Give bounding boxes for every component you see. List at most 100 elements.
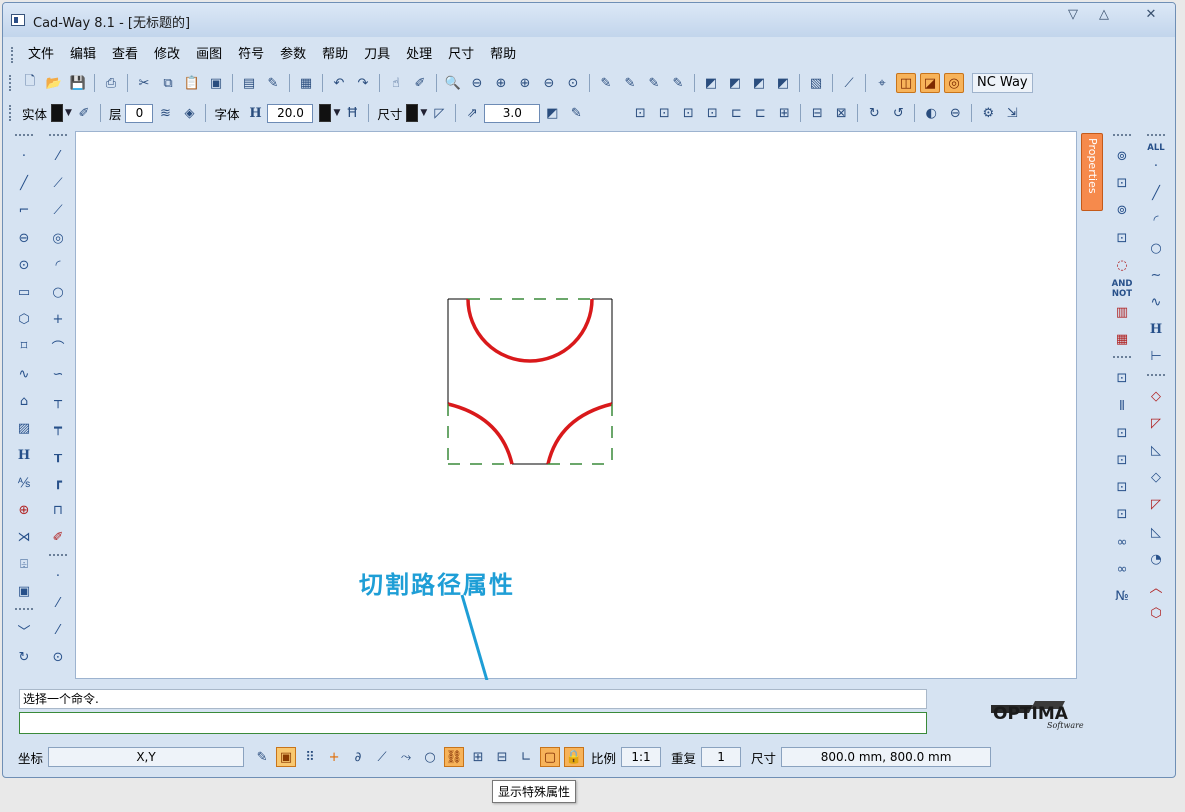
- snap-icon[interactable]: ⌖: [872, 73, 892, 93]
- corner-icon[interactable]: ┏: [47, 472, 69, 494]
- arc-select-icon[interactable]: ◜: [1145, 210, 1167, 232]
- circle-radius-icon[interactable]: ◎: [47, 227, 69, 249]
- view-tool-2-icon[interactable]: ⊡: [654, 103, 674, 123]
- cut-arc-bottom-left[interactable]: [447, 402, 514, 465]
- toolbar-grip[interactable]: [1147, 373, 1165, 380]
- pen-tool-4-icon[interactable]: ✎: [668, 73, 688, 93]
- text-height-icon[interactable]: H: [245, 103, 265, 123]
- and-select[interactable]: AND: [1112, 279, 1133, 289]
- point-icon[interactable]: ·: [13, 146, 35, 168]
- menu-file[interactable]: 文件: [20, 43, 62, 67]
- select-loop-icon[interactable]: ◌: [1111, 254, 1133, 276]
- toolbar-grip[interactable]: [15, 134, 33, 140]
- pencil-icon[interactable]: ✐: [410, 73, 430, 93]
- axis-icon[interactable]: ∟: [516, 747, 536, 767]
- chevron-up-icon[interactable]: ︿: [1145, 575, 1167, 597]
- color-select-icon[interactable]: ▥: [1111, 302, 1133, 324]
- select-group-icon[interactable]: ⊚: [1111, 146, 1133, 168]
- select-all[interactable]: ALL: [1147, 143, 1164, 153]
- settings-icon[interactable]: ⚙: [978, 103, 998, 123]
- pen-tool-1-icon[interactable]: ✎: [596, 73, 616, 93]
- tee-angle-icon[interactable]: ┯: [47, 417, 69, 439]
- print-icon[interactable]: ⎙: [101, 73, 121, 93]
- view-tool-7-icon[interactable]: ⊞: [774, 103, 794, 123]
- circle-icon[interactable]: ○: [47, 282, 69, 304]
- slash-icon[interactable]: ⁄: [47, 593, 69, 615]
- nc-tool-2-icon[interactable]: ◪: [920, 73, 940, 93]
- minimize-button[interactable]: ▽: [1060, 6, 1086, 24]
- rotate-ccw-icon[interactable]: ↺: [888, 103, 908, 123]
- layer-field[interactable]: 0: [125, 103, 154, 123]
- view-tool-6-icon[interactable]: ⊏: [750, 103, 770, 123]
- redo-icon[interactable]: ↷: [353, 73, 373, 93]
- toolbar-grip[interactable]: [9, 105, 12, 121]
- zoom-extents-icon[interactable]: ⊙: [563, 73, 583, 93]
- maximize-button[interactable]: △: [1091, 6, 1117, 24]
- number-icon[interactable]: №: [1111, 585, 1133, 607]
- menu-process[interactable]: 处理: [398, 43, 440, 67]
- tee-icon[interactable]: ┬: [47, 390, 69, 412]
- node-4-icon[interactable]: ⊡: [1111, 477, 1133, 499]
- toolbar-grip[interactable]: [49, 553, 67, 560]
- layer-manager-icon[interactable]: ≋: [155, 103, 175, 123]
- link-1-icon[interactable]: ∞: [1111, 531, 1133, 553]
- view-tool-4-icon[interactable]: ⊡: [702, 103, 722, 123]
- diamond-icon[interactable]: ◇: [1145, 385, 1167, 407]
- entity-style-icon[interactable]: ✐: [74, 103, 94, 123]
- save-icon[interactable]: 💾: [68, 73, 88, 93]
- circle-zoom-icon[interactable]: ⊖: [13, 227, 35, 249]
- bracket-icon[interactable]: ⊓: [47, 499, 69, 521]
- view-tool-9-icon[interactable]: ⊠: [831, 103, 851, 123]
- menu-draw[interactable]: 画图: [188, 43, 230, 67]
- slash-2-icon[interactable]: ⁄: [47, 620, 69, 642]
- zoom-prev-icon[interactable]: ⊖: [539, 73, 559, 93]
- crosshair-snap-icon[interactable]: +: [324, 747, 344, 767]
- hatch-fill-icon[interactable]: ▨: [13, 417, 35, 439]
- dimension-select-icon[interactable]: ⊢: [1145, 346, 1167, 368]
- paste-icon[interactable]: 📋: [182, 73, 202, 93]
- rectangle-icon[interactable]: ▭: [13, 282, 35, 304]
- grid-view-icon[interactable]: ⊞: [468, 747, 488, 767]
- diamond-2-icon[interactable]: ◇: [1145, 467, 1167, 489]
- scale-field[interactable]: 1:1: [621, 747, 662, 767]
- pen-tool-2-icon[interactable]: ✎: [620, 73, 640, 93]
- toolbar-grip[interactable]: [15, 608, 33, 614]
- chevron-down-icon[interactable]: ▼: [65, 108, 72, 118]
- menu-edit[interactable]: 编辑: [62, 43, 104, 67]
- block-icon[interactable]: ⌹: [13, 553, 35, 575]
- arc-icon[interactable]: ◜: [47, 254, 69, 276]
- wave-select-icon[interactable]: ∼: [1145, 264, 1167, 286]
- line-select-icon[interactable]: ╱: [1145, 183, 1167, 205]
- zoom-all-icon[interactable]: ⊕: [515, 73, 535, 93]
- snap-line-icon[interactable]: ⟋: [372, 747, 392, 767]
- toolbar-grip[interactable]: [9, 75, 12, 91]
- menu-help[interactable]: 帮助: [314, 43, 356, 67]
- trim-icon[interactable]: ⋊: [13, 526, 35, 548]
- select-icon[interactable]: ☝: [386, 73, 406, 93]
- entity-color-swatch[interactable]: [51, 104, 64, 122]
- shape-icon[interactable]: ⌂: [13, 390, 35, 412]
- node-5-icon[interactable]: ⊡: [1111, 504, 1133, 526]
- text-select-icon[interactable]: H: [1145, 319, 1167, 341]
- tee-offset-icon[interactable]: ┰: [47, 445, 69, 467]
- polygon-icon[interactable]: ⬡: [13, 309, 35, 331]
- menu-symbol[interactable]: 符号: [230, 43, 272, 67]
- select-crossing-icon[interactable]: ⊡: [1111, 227, 1133, 249]
- text-icon[interactable]: H: [13, 445, 35, 467]
- layout-icon[interactable]: ⊟: [492, 747, 512, 767]
- curve-icon[interactable]: ∽: [47, 363, 69, 385]
- line-style-icon[interactable]: ⟋: [839, 73, 859, 93]
- ellipse-icon[interactable]: ⊙: [13, 254, 35, 276]
- dimension-icon[interactable]: ⅍: [13, 472, 35, 494]
- circle-dot-icon[interactable]: ⊙: [47, 647, 69, 669]
- dimension-arrow-icon[interactable]: ⇗: [462, 103, 482, 123]
- app-icon[interactable]: [11, 14, 25, 26]
- dimension-size-field[interactable]: 3.0: [484, 103, 541, 123]
- special-properties-icon[interactable]: ⛓: [444, 747, 465, 767]
- brush-icon[interactable]: ✎: [263, 73, 283, 93]
- circle-select-icon[interactable]: ○: [1145, 237, 1167, 259]
- flip-icon[interactable]: ⊖: [945, 103, 965, 123]
- line-perp-icon[interactable]: ⟋: [47, 200, 69, 222]
- snap-intersect-icon[interactable]: ⤳: [396, 747, 416, 767]
- target-icon[interactable]: ⊕: [13, 499, 35, 521]
